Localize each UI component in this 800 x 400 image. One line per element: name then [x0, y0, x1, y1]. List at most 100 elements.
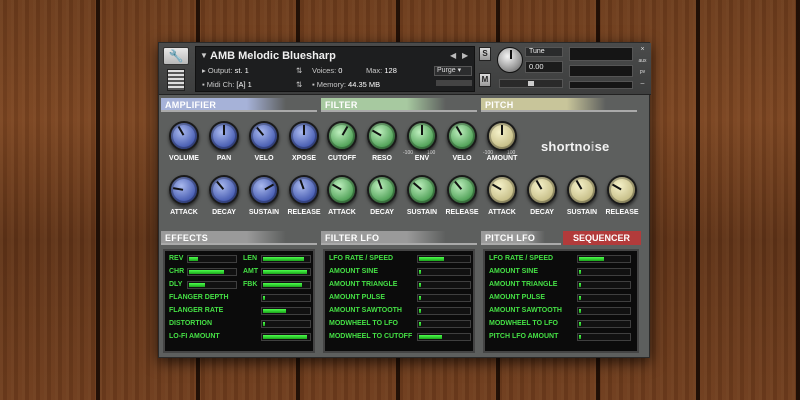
effect-flanger-depth-slider[interactable] — [261, 294, 311, 302]
effect-lo-fi-amount-slider[interactable] — [261, 333, 311, 341]
pv-button[interactable]: pv — [637, 67, 648, 77]
filter-lfo-modwheel-to-lfo-slider[interactable] — [417, 320, 471, 328]
solo-button[interactable]: S — [479, 47, 491, 61]
pitch-lfo-amount-sawtooth-slider[interactable] — [577, 307, 631, 315]
purge-dropdown[interactable]: Purge ▾ — [434, 66, 472, 76]
amp-velo-knob[interactable] — [249, 121, 279, 151]
filter-reso-knob[interactable] — [367, 121, 397, 151]
slider-fill — [579, 270, 581, 274]
slider-fill — [189, 257, 198, 261]
effect-rev-slider[interactable] — [187, 255, 237, 263]
filter-env-knob[interactable] — [407, 121, 437, 151]
amp-volume-knob[interactable] — [169, 121, 199, 151]
effect-fbk-slider[interactable] — [261, 281, 311, 289]
effect-dly-slider[interactable] — [187, 281, 237, 289]
filter-lfo-amount-pulse-slider[interactable] — [417, 294, 471, 302]
pitch-lfo-amount-sine-label: AMOUNT SINE — [489, 268, 538, 275]
filter-lfo-amount-sine-slider[interactable] — [417, 268, 471, 276]
pitch-attack-knob[interactable] — [487, 175, 517, 205]
pitch-lfo-amount-sine-slider[interactable] — [577, 268, 631, 276]
knob-pointer — [331, 183, 342, 191]
knob-pointer — [611, 183, 622, 191]
amp-attack-knob[interactable] — [169, 175, 199, 205]
effect-len-label: LEN — [243, 255, 257, 262]
filter-lfo-header: FILTER LFO — [321, 231, 477, 245]
slider-fill — [419, 335, 442, 339]
tune-knob[interactable] — [497, 47, 523, 73]
instrument-name[interactable]: AMB Melodic Bluesharp — [210, 50, 336, 62]
pitch-lfo-modwheel-to-lfo-slider[interactable] — [577, 320, 631, 328]
prev-instrument-icon[interactable]: ◀ — [450, 51, 456, 60]
knob-pointer — [501, 125, 503, 135]
minimize-icon[interactable]: – — [637, 79, 648, 89]
amp-pan-knob[interactable] — [209, 121, 239, 151]
pitch-lfo-tab[interactable]: PITCH LFO — [481, 231, 561, 245]
filter-sustain-knob[interactable] — [407, 175, 437, 205]
filter-velo-knob[interactable] — [447, 121, 477, 151]
sequencer-tab[interactable]: SEQUENCER — [563, 231, 641, 245]
amplifier-title: AMPLIFIER — [165, 100, 217, 110]
midi-dropdown-icon[interactable]: ⇅ — [296, 80, 302, 89]
pitch-decay-knob[interactable] — [527, 175, 557, 205]
effect-flanger-rate-label: FLANGER RATE — [169, 307, 224, 314]
slider-fill — [579, 296, 581, 300]
knob-pointer — [455, 125, 463, 136]
wrench-icon[interactable]: 🔧 — [163, 47, 189, 65]
pitch-lfo-amount-pulse-slider[interactable] — [577, 294, 631, 302]
knob-pointer — [535, 179, 543, 190]
close-icon[interactable]: × — [637, 45, 648, 55]
pan-slider[interactable] — [499, 79, 563, 88]
pitch-amount-knob[interactable] — [487, 121, 517, 151]
output-dropdown-icon[interactable]: ⇅ — [296, 66, 302, 75]
pitch-amount-label: AMOUNT — [486, 155, 518, 162]
filter-lfo-modwheel-to-cutoff-slider[interactable] — [417, 333, 471, 341]
effect-rev-label: REV — [169, 255, 184, 262]
filter-lfo-lfo-rate-speed-slider[interactable] — [417, 255, 471, 263]
amp-xpose-knob[interactable] — [289, 121, 319, 151]
tune-value[interactable]: 0.00 — [525, 61, 563, 73]
output-value[interactable]: st. 1 — [235, 66, 249, 75]
pitch-sustain-knob[interactable] — [567, 175, 597, 205]
filter-attack-knob[interactable] — [327, 175, 357, 205]
slider-fill — [419, 322, 421, 326]
effect-chr-slider[interactable] — [187, 268, 237, 276]
effect-chr-label: CHR — [169, 268, 185, 275]
amp-decay-knob[interactable] — [209, 175, 239, 205]
aux-button[interactable]: aux — [637, 56, 648, 66]
pitch-release-label: RELEASE — [605, 209, 639, 216]
expand-arrow-icon[interactable]: ▼ — [200, 51, 208, 60]
amp-release-knob[interactable] — [289, 175, 319, 205]
filter-lfo-amount-sawtooth-slider[interactable] — [417, 307, 471, 315]
next-instrument-icon[interactable]: ▶ — [462, 51, 468, 60]
pitch-lfo-lfo-rate-speed-slider[interactable] — [577, 255, 631, 263]
effect-len-slider[interactable] — [261, 255, 311, 263]
sequencer-title: SEQUENCER — [573, 233, 631, 243]
amp-sustain-knob[interactable] — [249, 175, 279, 205]
amplifier-header: AMPLIFIER — [161, 98, 317, 112]
voices-label: Voices: — [312, 66, 337, 75]
pitch-lfo-pitch-lfo-amount-slider[interactable] — [577, 333, 631, 341]
max-value[interactable]: 128 — [384, 66, 397, 75]
effects-title: EFFECTS — [165, 233, 209, 243]
effect-lo-fi-amount-label: LO-FI AMOUNT — [169, 333, 220, 340]
slider-fill — [419, 257, 444, 261]
filter-lfo-amount-triangle-slider[interactable] — [417, 281, 471, 289]
output-label: Output: — [207, 66, 233, 75]
filter-release-knob[interactable] — [447, 175, 477, 205]
mute-button[interactable]: M — [479, 73, 491, 87]
midi-value[interactable]: [A] 1 — [236, 80, 251, 89]
pitch-release-knob[interactable] — [607, 175, 637, 205]
effect-distortion-slider[interactable] — [261, 320, 311, 328]
pitch-lfo-amount-triangle-slider[interactable] — [577, 281, 631, 289]
output-row[interactable]: ▸ Output: st. 1 — [202, 66, 249, 75]
keyboard-icon[interactable] — [167, 69, 185, 91]
filter-cutoff-knob[interactable] — [327, 121, 357, 151]
pitch-lfo-amount-sawtooth-label: AMOUNT SAWTOOTH — [489, 307, 562, 314]
midi-row[interactable]: ▪ Midi Ch: [A] 1 — [202, 80, 252, 89]
effect-flanger-rate-slider[interactable] — [261, 307, 311, 315]
effect-amt-slider[interactable] — [261, 268, 311, 276]
filter-decay-knob[interactable] — [367, 175, 397, 205]
pitch-lfo-modwheel-to-lfo-label: MODWHEEL TO LFO — [489, 320, 558, 327]
volume-slider[interactable] — [569, 81, 633, 89]
memory-row: ▪ Memory: 44.35 MB — [312, 80, 380, 89]
